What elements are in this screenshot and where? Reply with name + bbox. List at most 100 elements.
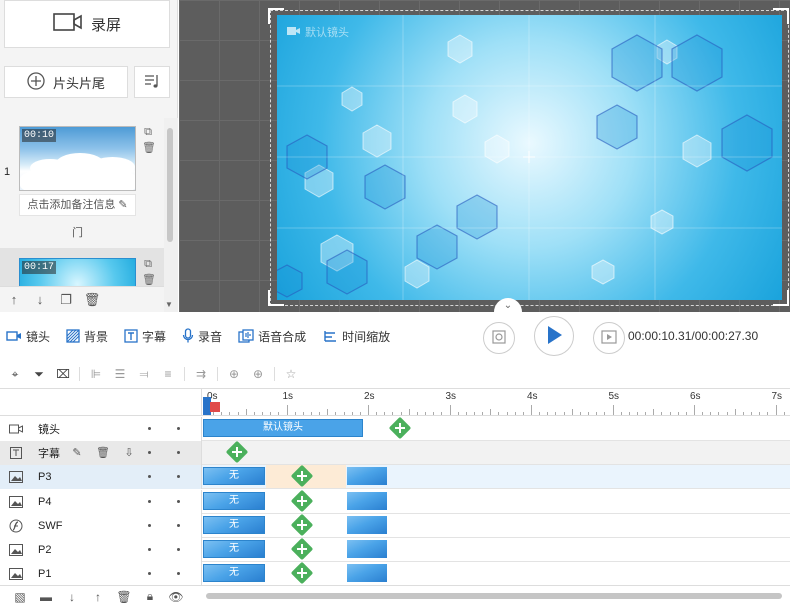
locate-icon[interactable]: ⌖ — [4, 363, 26, 385]
lock-dot[interactable] — [177, 548, 180, 551]
visibility-dot[interactable] — [148, 427, 151, 430]
time-scale-tool-button[interactable]: 时间缩放 — [322, 328, 390, 345]
visibility-dot[interactable] — [148, 451, 151, 455]
record-audio-tool-button[interactable]: 录音 — [182, 328, 222, 345]
clear-filter-icon[interactable]: ⌧ — [52, 363, 74, 385]
track-header[interactable]: 镜头 — [0, 417, 202, 441]
align-right-icon[interactable]: ⫤ — [133, 363, 155, 385]
copy-icon[interactable]: ⧉ — [142, 258, 154, 270]
camera-clip[interactable]: 默认镜头 — [203, 419, 363, 437]
snapshot-button[interactable] — [483, 322, 515, 354]
record-screen-button[interactable]: 录屏 — [4, 0, 170, 48]
lock-dot[interactable] — [177, 499, 180, 503]
scroll-down-arrow-icon[interactable]: ▼ — [165, 300, 173, 309]
add-keyframe-icon[interactable] — [225, 440, 249, 464]
lock-dot[interactable] — [177, 572, 180, 576]
duplicate-icon[interactable]: ❐ — [56, 290, 76, 310]
add-keyframe-icon[interactable] — [388, 416, 412, 440]
image-clip-in[interactable]: 无 — [203, 564, 265, 583]
track-row-image[interactable]: P1 无 — [0, 561, 790, 587]
frame-corner-handle[interactable] — [268, 8, 284, 24]
delete-icon[interactable]: 🗑 — [82, 290, 102, 310]
copy-icon[interactable]: ⧉ — [142, 126, 154, 138]
track-row-image[interactable]: P4 无 — [0, 489, 790, 514]
add-keyframe-icon[interactable] — [290, 561, 314, 585]
lock-icon[interactable]: 🔒︎ — [140, 587, 160, 607]
frame-corner-handle[interactable] — [773, 290, 789, 306]
image-clip-in[interactable]: 无 — [203, 467, 265, 486]
align-center-icon[interactable]: ☰ — [109, 363, 131, 385]
track-header[interactable]: 字幕 ✎ 🗑 ⇩ — [0, 441, 202, 466]
image-clip-out[interactable] — [347, 491, 387, 510]
opening-ending-button[interactable]: 片头片尾 — [4, 66, 128, 98]
import-subtitle-icon[interactable]: ⇩ — [122, 446, 136, 460]
image-clip-out[interactable] — [347, 515, 387, 534]
add-keyframe-icon[interactable] — [290, 489, 314, 512]
image-clip-out[interactable] — [347, 467, 387, 486]
move-up-icon[interactable]: ↑ — [88, 587, 108, 607]
time-ruler[interactable]: 0s 1s 2s 3s 4s 5s 6s 7s — [202, 388, 790, 416]
track-header[interactable]: P3 — [0, 465, 202, 490]
align-justify-icon[interactable]: ≡ — [157, 363, 179, 385]
track-header[interactable]: P2 — [0, 538, 202, 562]
end-marker[interactable] — [210, 402, 220, 412]
image-clip-out[interactable] — [347, 540, 387, 558]
play-button[interactable] — [534, 316, 574, 356]
track-row-camera[interactable]: 镜头 默认镜头 — [0, 416, 790, 441]
align-left-icon[interactable]: ⊫ — [85, 363, 107, 385]
background-tool-button[interactable]: 背景 — [66, 328, 108, 345]
folder-icon[interactable]: ▬ — [36, 587, 56, 607]
visibility-dot[interactable] — [148, 523, 151, 527]
music-list-button[interactable] — [134, 66, 170, 98]
visibility-dot[interactable] — [148, 548, 151, 551]
add-keyframe-icon[interactable] — [290, 513, 314, 537]
track-header[interactable]: P1 — [0, 562, 202, 587]
track-row-subtitle[interactable]: 字幕 ✎ 🗑 ⇩ — [0, 440, 790, 466]
add-before-icon[interactable]: ⊕ — [223, 363, 245, 385]
frame-corner-handle[interactable] — [773, 8, 789, 24]
lock-dot[interactable] — [177, 451, 180, 455]
add-after-icon[interactable]: ⊕ — [247, 363, 269, 385]
visibility-dot[interactable] — [148, 572, 151, 576]
visibility-dot[interactable] — [148, 475, 151, 479]
track-row-image[interactable]: P3 无 — [0, 465, 790, 490]
filter-icon[interactable]: ⏷ — [28, 363, 50, 385]
image-clip-out[interactable] — [347, 564, 387, 583]
add-keyframe-icon[interactable] — [290, 537, 314, 561]
move-down-icon[interactable]: ↓ — [30, 290, 50, 310]
scene-note-field[interactable]: 点击添加备注信息 ✎ — [19, 194, 136, 216]
eye-icon[interactable]: 👁︎ — [166, 587, 186, 607]
subtitle-tool-button[interactable]: 字幕 — [124, 328, 166, 345]
scene-item-selected[interactable]: 00:17 ⧉ 🗑 — [0, 248, 166, 286]
scene-thumbnail[interactable]: 00:10 — [19, 126, 136, 191]
edit-subtitle-icon[interactable]: ✎ — [70, 446, 84, 460]
track-header[interactable]: SWF — [0, 513, 202, 538]
camera-tool-button[interactable]: 镜头 — [6, 328, 50, 345]
track-row-image[interactable]: P2 无 — [0, 537, 790, 562]
delete-subtitle-icon[interactable]: 🗑 — [96, 446, 110, 460]
move-up-icon[interactable]: ↑ — [4, 290, 24, 310]
star-icon[interactable]: ☆ — [280, 363, 302, 385]
scrollbar-thumb[interactable] — [167, 128, 173, 242]
trash-icon[interactable]: 🗑 — [142, 274, 156, 286]
add-image-icon[interactable]: ▧ — [10, 587, 30, 607]
frame-corner-handle[interactable] — [268, 290, 284, 306]
scene-item[interactable]: 1 00:10 ⧉ 🗑 点击添加备注信息 ✎ 门 — [0, 116, 166, 250]
scene-thumbnail[interactable]: 00:17 — [19, 258, 136, 286]
preview-from-start-button[interactable] — [593, 322, 625, 354]
trash-icon[interactable]: 🗑 — [142, 142, 156, 154]
distribute-icon[interactable]: ⇉ — [190, 363, 212, 385]
delete-icon[interactable]: 🗑 — [114, 587, 134, 607]
camera-frame[interactable] — [270, 10, 789, 306]
speech-synthesis-tool-button[interactable]: 语音合成 — [238, 328, 306, 345]
track-row-flash[interactable]: SWF 无 — [0, 513, 790, 538]
lock-dot[interactable] — [177, 475, 180, 479]
track-header[interactable]: P4 — [0, 489, 202, 514]
lock-dot[interactable] — [177, 427, 180, 430]
image-clip-in[interactable]: 无 — [203, 515, 265, 534]
visibility-dot[interactable] — [148, 499, 151, 503]
image-clip-in[interactable]: 无 — [203, 540, 265, 558]
move-down-icon[interactable]: ↓ — [62, 587, 82, 607]
timeline-horizontal-scrollbar[interactable] — [206, 593, 782, 599]
image-clip-in[interactable]: 无 — [203, 491, 265, 510]
